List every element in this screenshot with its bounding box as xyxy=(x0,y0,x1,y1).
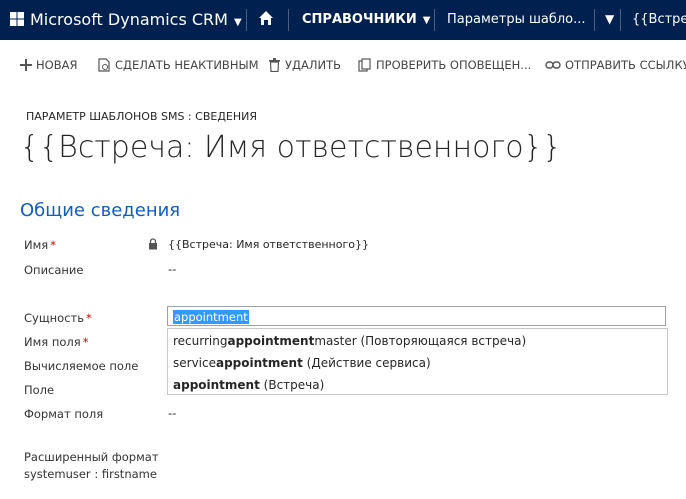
entity-input-selected-text: appointment xyxy=(173,310,249,324)
field-name-label: Имя поля * xyxy=(24,335,89,349)
required-marker: * xyxy=(50,238,56,252)
delete-button[interactable]: УДАЛИТЬ xyxy=(268,58,341,72)
description-value[interactable]: -- xyxy=(168,262,176,276)
autocomplete-option-recurring[interactable]: recurringappointmentmaster (Повторяющаяс… xyxy=(173,334,526,348)
field-format-label: Формат поля xyxy=(24,407,104,421)
autocomplete-option-appointment[interactable]: appointment (Встреча) xyxy=(173,378,324,392)
autocomplete-option-service[interactable]: serviceappointment (Действие сервиса) xyxy=(173,356,431,370)
entity-autocomplete-dropdown: recurringappointmentmaster (Повторяющаяс… xyxy=(167,328,668,395)
computed-field-label: Вычисляемое поле xyxy=(24,359,139,373)
send-link-button[interactable]: ОТПРАВИТЬ ССЫЛКУ xyxy=(545,58,686,72)
field-format-value[interactable]: -- xyxy=(168,406,176,420)
name-label: Имя * xyxy=(24,238,56,252)
breadcrumb: ПАРАМЕТР ШАБЛОНОВ SMS : СВЕДЕНИЯ xyxy=(26,110,257,123)
plus-icon xyxy=(20,59,32,71)
page-title: {{Встреча: Имя ответственного}} xyxy=(20,130,562,165)
nav-separator xyxy=(594,9,595,31)
chevron-down-icon: ▼ xyxy=(422,15,431,26)
link-icon xyxy=(545,61,561,69)
lock-icon xyxy=(149,238,157,250)
top-nav-bar: Microsoft Dynamics CRM ▼ СПРАВОЧНИКИ ▼ Пар… xyxy=(0,0,686,40)
name-value: {{Встреча: Имя ответственного}} xyxy=(168,238,369,251)
description-label: Описание xyxy=(24,263,84,277)
nav-current-record[interactable]: {{Встреча xyxy=(632,12,686,27)
nav-separator xyxy=(620,9,621,31)
new-button[interactable]: НОВАЯ xyxy=(20,58,77,72)
nav-separator xyxy=(246,9,247,31)
section-title: Общие сведения xyxy=(20,200,181,221)
nav-separator xyxy=(434,9,435,31)
home-icon xyxy=(259,11,273,25)
field-label: Поле xyxy=(24,383,55,397)
nav-entity-sms-params[interactable]: Параметры шабло... xyxy=(447,12,586,27)
required-marker: * xyxy=(86,311,92,325)
brand-name: Microsoft Dynamics CRM xyxy=(30,10,228,29)
command-bar: НОВАЯ СДЕЛАТЬ НЕАКТИВНЫМ УДАЛИТЬ ПРОВЕРИ… xyxy=(0,58,686,80)
extended-format-value: systemuser : firstname xyxy=(24,467,157,481)
nav-area-references[interactable]: СПРАВОЧНИКИ ▼ xyxy=(302,12,430,27)
trash-icon xyxy=(269,58,280,72)
home-button[interactable] xyxy=(258,10,274,30)
chevron-down-icon: ▼ xyxy=(233,17,242,28)
windows-logo-icon xyxy=(10,12,24,26)
extended-format-label: Расширенный формат xyxy=(24,450,159,464)
required-marker: * xyxy=(82,335,89,349)
entity-input[interactable]: appointment xyxy=(167,306,666,326)
check-notifications-button[interactable]: ПРОВЕРИТЬ ОПОВЕЩЕН... xyxy=(358,58,531,72)
deactivate-button[interactable]: СДЕЛАТЬ НЕАКТИВНЫМ xyxy=(98,58,259,72)
app-switcher[interactable]: Microsoft Dynamics CRM ▼ xyxy=(10,10,242,29)
chevron-down-icon[interactable]: ▼ xyxy=(605,12,614,26)
nav-separator xyxy=(288,9,289,31)
entity-label: Сущность * xyxy=(24,311,92,325)
copy-check-icon xyxy=(358,58,371,72)
deactivate-document-icon xyxy=(98,58,110,72)
